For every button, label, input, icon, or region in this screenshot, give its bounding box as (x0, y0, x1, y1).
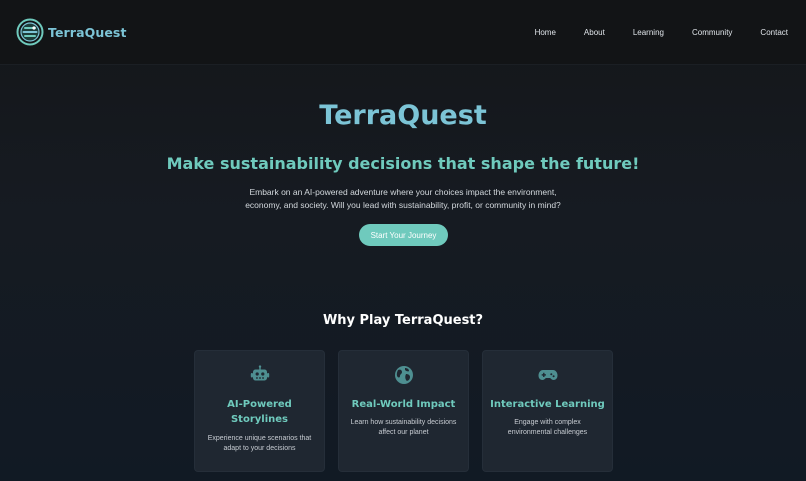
brand-name: TerraQuest (48, 24, 127, 40)
globe-icon (394, 366, 413, 384)
nav-link-home[interactable]: Home (535, 28, 556, 37)
hero-subtitle: Make sustainability decisions that shape… (166, 154, 640, 173)
nav-link-about[interactable]: About (584, 28, 605, 37)
feature-card-impact: Real-World Impact Learn how sustainabili… (338, 350, 469, 472)
navbar: TerraQuest Home About Learning Community… (0, 0, 806, 65)
nav-link-community[interactable]: Community (692, 28, 732, 37)
hero-description: Embark on an AI-powered adventure where … (245, 187, 561, 210)
start-journey-button[interactable]: Start Your Journey (359, 224, 448, 246)
feature-title: Interactive Learning (490, 399, 605, 410)
earth-logo-icon (16, 18, 44, 46)
nav-link-contact[interactable]: Contact (760, 28, 788, 37)
robot-icon (250, 365, 269, 381)
feature-title: Real-World Impact (351, 399, 456, 410)
features-heading: Why Play TerraQuest? (322, 313, 484, 328)
feature-card-learning: Interactive Learning Engage with complex… (482, 350, 613, 472)
feature-card-ai: AI-Powered Storylines Experience unique … (194, 350, 325, 472)
feature-description: Experience unique scenarios that adapt t… (207, 435, 312, 452)
gamepad-icon (538, 370, 557, 380)
feature-description: Learn how sustainability decisions affec… (350, 419, 457, 436)
hero-title: TerraQuest (319, 100, 487, 131)
nav-link-learning[interactable]: Learning (633, 28, 664, 37)
feature-description: Engage with complex environmental challe… (507, 419, 588, 436)
brand[interactable]: TerraQuest (16, 18, 127, 46)
feature-title: AI-Powered Storylines (227, 399, 292, 425)
nav-links: Home About Learning Community Contact (507, 28, 788, 37)
